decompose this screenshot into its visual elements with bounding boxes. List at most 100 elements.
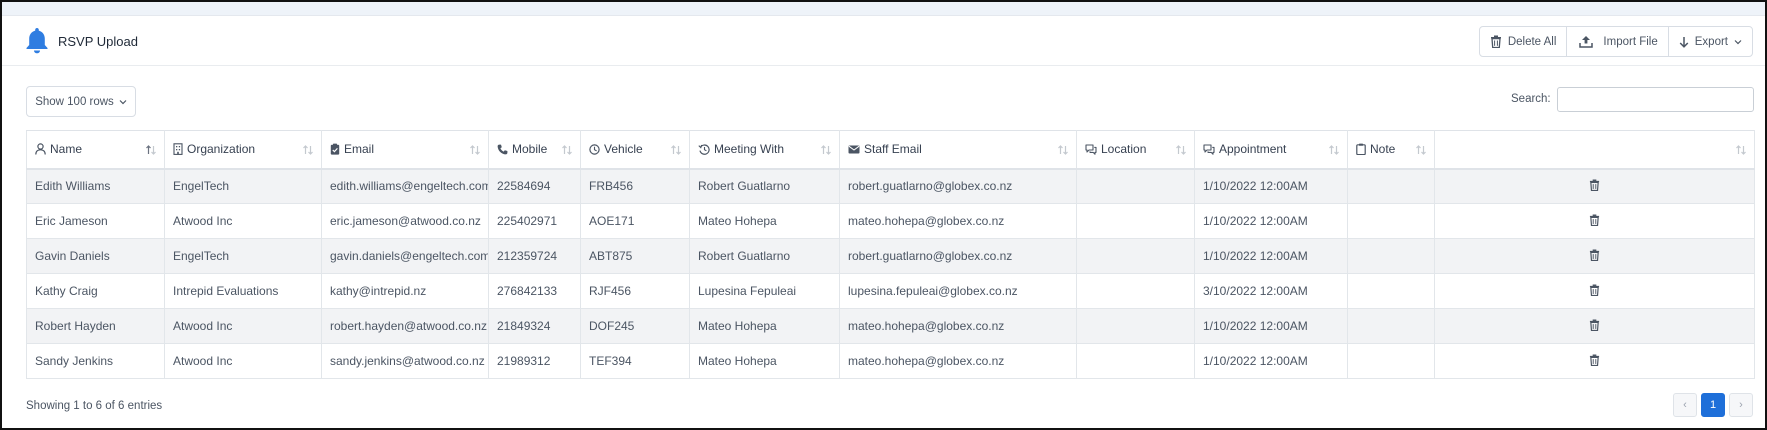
- cell-meeting-with: Mateo Hohepa: [689, 308, 840, 344]
- pagination: ‹ 1 ›: [1673, 393, 1753, 417]
- trash-icon[interactable]: [1589, 319, 1600, 331]
- delete-all-button[interactable]: Delete All: [1480, 27, 1568, 56]
- cell-staff-email: mateo.hohepa@globex.co.nz: [839, 308, 1077, 344]
- cell-name: Eric Jameson: [26, 203, 165, 239]
- cell-organization: Atwood Inc: [164, 308, 322, 344]
- cell-appointment: 1/10/2022 12:00AM: [1194, 308, 1348, 344]
- column-label: Location: [1101, 142, 1147, 157]
- row-actions: [1434, 273, 1755, 309]
- column-header-vehicle[interactable]: Vehicle: [580, 130, 690, 170]
- arrow-down-icon: [1679, 36, 1689, 48]
- column-label: Staff Email: [864, 142, 922, 157]
- page-1-button[interactable]: 1: [1701, 393, 1725, 417]
- clipboard-check-icon: [330, 143, 340, 155]
- cell-mobile: 276842133: [488, 273, 581, 309]
- column-header-actions[interactable]: [1434, 130, 1755, 170]
- column-header-name[interactable]: Name: [26, 130, 165, 170]
- column-header-note[interactable]: Note: [1347, 130, 1435, 170]
- row-actions: [1434, 343, 1755, 379]
- cell-name: Gavin Daniels: [26, 238, 165, 274]
- delete-all-label: Delete All: [1507, 35, 1557, 48]
- cell-location: [1076, 168, 1195, 204]
- cell-location: [1076, 238, 1195, 274]
- table-row[interactable]: Robert Hayden Atwood Inc robert.hayden@atw…: [26, 308, 1755, 344]
- cell-name: Sandy Jenkins: [26, 343, 165, 379]
- history-icon: [698, 144, 710, 155]
- cell-appointment: 1/10/2022 12:00AM: [1194, 343, 1348, 379]
- chat-icon: [1085, 144, 1097, 155]
- cell-appointment: 1/10/2022 12:00AM: [1194, 238, 1348, 274]
- export-label: Export: [1694, 35, 1728, 48]
- phone-icon: [497, 144, 508, 155]
- cell-email: robert.hayden@atwood.co.nz: [321, 308, 489, 344]
- cell-appointment: 1/10/2022 12:00AM: [1194, 203, 1348, 239]
- column-header-location[interactable]: Location: [1076, 130, 1195, 170]
- toolbar: Delete All Import File Export: [1478, 26, 1753, 57]
- search-label: Search:: [1511, 93, 1551, 105]
- column-label: Meeting With: [714, 142, 785, 157]
- cell-mobile: 22584694: [488, 168, 581, 204]
- cell-staff-email: robert.guatlarno@globex.co.nz: [839, 168, 1077, 204]
- column-header-email[interactable]: Email: [321, 130, 489, 170]
- column-header-staff-email[interactable]: Staff Email: [839, 130, 1077, 170]
- cell-organization: Intrepid Evaluations: [164, 273, 322, 309]
- import-file-button[interactable]: Import File: [1567, 27, 1669, 56]
- cell-email: gavin.daniels@engeltech.com: [321, 238, 489, 274]
- column-label: Appointment: [1219, 142, 1287, 157]
- cell-appointment: 3/10/2022 12:00AM: [1194, 273, 1348, 309]
- chevron-down-icon: [119, 99, 127, 104]
- trash-icon[interactable]: [1589, 214, 1600, 226]
- cell-staff-email: robert.guatlarno@globex.co.nz: [839, 238, 1077, 274]
- next-page-button[interactable]: ›: [1729, 393, 1753, 417]
- column-header-organization[interactable]: Organization: [164, 130, 322, 170]
- column-label: Mobile: [512, 142, 548, 157]
- cell-organization: EngelTech: [164, 168, 322, 204]
- cell-location: [1076, 273, 1195, 309]
- cell-mobile: 225402971: [488, 203, 581, 239]
- cell-note: [1347, 238, 1435, 274]
- cell-mobile: 212359724: [488, 238, 581, 274]
- cell-vehicle: AOE171: [580, 203, 690, 239]
- column-header-mobile[interactable]: Mobile: [488, 130, 581, 170]
- cell-meeting-with: Lupesina Fepuleai: [689, 273, 840, 309]
- table-body: Edith Williams EngelTech edith.williams@en…: [26, 168, 1755, 379]
- trash-icon[interactable]: [1589, 249, 1600, 261]
- page-header: RSVP Upload Delete All Import File Expor…: [2, 16, 1765, 66]
- show-rows-dropdown[interactable]: Show 100 rows: [26, 86, 136, 117]
- trash-icon[interactable]: [1589, 179, 1600, 191]
- upload-icon: [1579, 36, 1594, 48]
- cell-staff-email: mateo.hohepa@globex.co.nz: [839, 343, 1077, 379]
- entries-info: Showing 1 to 6 of 6 entries: [26, 400, 163, 412]
- clock-icon: [589, 144, 600, 155]
- column-header-meeting-with[interactable]: Meeting With: [689, 130, 840, 170]
- cell-note: [1347, 343, 1435, 379]
- user-icon: [35, 143, 46, 155]
- trash-icon[interactable]: [1589, 354, 1600, 366]
- trash-icon[interactable]: [1589, 284, 1600, 296]
- row-actions: [1434, 238, 1755, 274]
- column-label: Organization: [187, 142, 256, 157]
- search-input[interactable]: [1557, 87, 1754, 112]
- cell-organization: Atwood Inc: [164, 203, 322, 239]
- cell-meeting-with: Mateo Hohepa: [689, 343, 840, 379]
- table-row[interactable]: Edith Williams EngelTech edith.williams@en…: [26, 168, 1755, 204]
- table-row[interactable]: Kathy Craig Intrepid Evaluations kathy@int…: [26, 273, 1755, 309]
- cell-email: kathy@intrepid.nz: [321, 273, 489, 309]
- table-header-row: Name Organization Email Mobile Vehicle Meetin…: [26, 130, 1755, 170]
- top-strip: [2, 2, 1765, 16]
- table-row[interactable]: Sandy Jenkins Atwood Inc sandy.jenkins@atw…: [26, 343, 1755, 379]
- column-header-appointment[interactable]: Appointment: [1194, 130, 1348, 170]
- clipboard-icon: [1356, 143, 1366, 156]
- export-button[interactable]: Export: [1669, 27, 1752, 56]
- cell-vehicle: TEF394: [580, 343, 690, 379]
- cell-email: sandy.jenkins@atwood.co.nz: [321, 343, 489, 379]
- prev-page-button[interactable]: ‹: [1673, 393, 1697, 417]
- cell-location: [1076, 343, 1195, 379]
- column-label: Note: [1370, 142, 1396, 157]
- envelope-icon: [848, 145, 860, 154]
- cell-note: [1347, 273, 1435, 309]
- table-row[interactable]: Eric Jameson Atwood Inc eric.jameson@atwoo…: [26, 203, 1755, 239]
- cell-organization: Atwood Inc: [164, 343, 322, 379]
- table-row[interactable]: Gavin Daniels EngelTech gavin.daniels@enge…: [26, 238, 1755, 274]
- row-actions: [1434, 203, 1755, 239]
